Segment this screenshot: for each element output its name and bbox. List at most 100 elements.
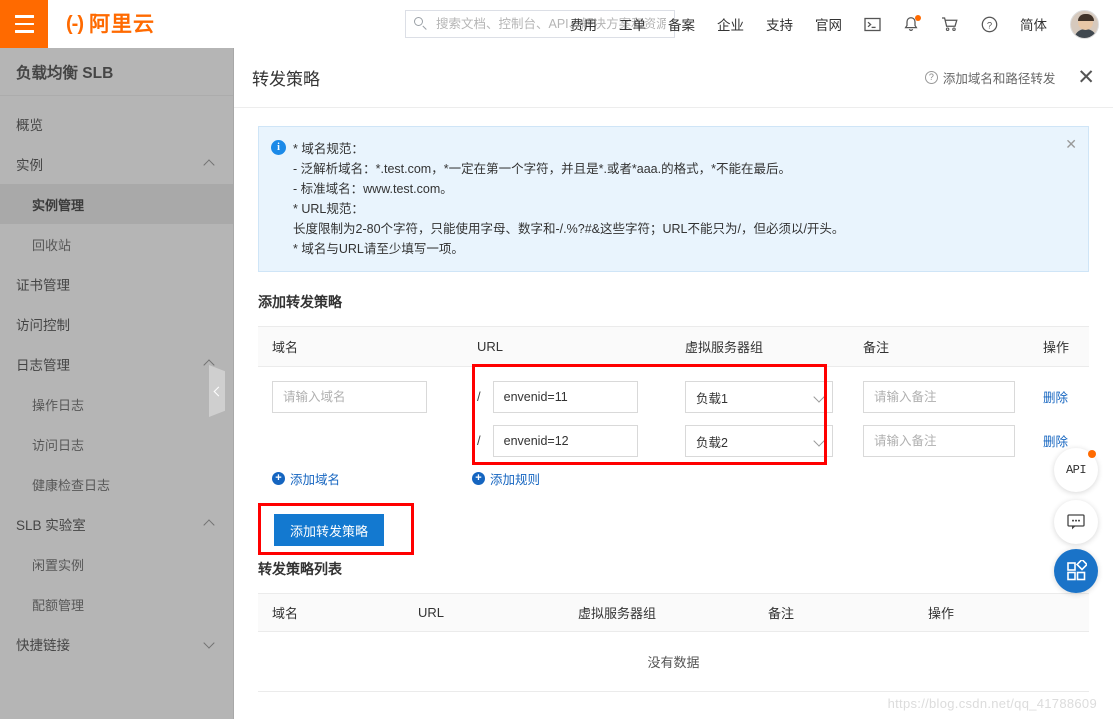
form-section-title: 添加转发策略 xyxy=(258,292,1089,312)
logo-text: 阿里云 xyxy=(89,14,155,35)
column-header-action: 操作 xyxy=(928,594,1089,632)
sidebar-collapse-handle[interactable] xyxy=(209,365,225,417)
forwarding-form-table: 域名 URL 虚拟服务器组 备注 操作 xyxy=(258,326,1089,457)
sidebar-item-idle-instance[interactable]: 闲置实例 xyxy=(0,544,233,584)
sidebar-item-access-control[interactable]: 访问控制 xyxy=(0,304,233,344)
api-label: API xyxy=(1066,463,1086,477)
remark-input[interactable] xyxy=(863,381,1015,413)
api-badge-dot xyxy=(1088,450,1096,458)
apps-button[interactable] xyxy=(1054,549,1098,593)
close-icon[interactable]: ✕ xyxy=(1077,67,1095,88)
drawer-header-actions: ? 添加域名和路径转发 ✕ xyxy=(925,67,1095,88)
sidebar-item-label: 闲置实例 xyxy=(32,555,84,574)
sidebar-item-log-management[interactable]: 日志管理 xyxy=(0,344,233,384)
hamburger-line xyxy=(15,23,34,26)
chevron-down-icon xyxy=(813,435,824,446)
column-header-remark: 备注 xyxy=(849,327,1029,367)
nav-item-enterprise[interactable]: 企业 xyxy=(717,14,744,34)
remark-input[interactable] xyxy=(863,425,1015,457)
sidebar-item-health-check-log[interactable]: 健康检查日志 xyxy=(0,464,233,504)
url-cell: / xyxy=(463,367,671,414)
avatar-hair xyxy=(1078,14,1094,21)
search-icon xyxy=(414,17,428,31)
sidebar-item-slb-lab[interactable]: SLB 实验室 xyxy=(0,504,233,544)
server-group-value: 负载1 xyxy=(696,388,728,407)
sidebar-item-overview[interactable]: 概览 xyxy=(0,104,233,144)
sidebar-item-instance[interactable]: 实例 xyxy=(0,144,233,184)
delete-row-link[interactable]: 删除 xyxy=(1043,391,1068,405)
alert-close-icon[interactable]: ✕ xyxy=(1065,137,1077,151)
add-rule-link[interactable]: + 添加规则 xyxy=(472,469,540,488)
bell-icon[interactable] xyxy=(903,16,919,33)
column-header-server-group: 虚拟服务器组 xyxy=(671,327,849,367)
plus-icon: + xyxy=(272,472,285,485)
chevron-down-icon xyxy=(204,639,215,650)
help-doc-link[interactable]: ? 添加域名和路径转发 xyxy=(925,68,1056,87)
nav-item-support[interactable]: 支持 xyxy=(766,14,793,34)
nav-item-beian[interactable]: 备案 xyxy=(668,14,695,34)
top-header: (-) 阿里云 费用 工单 备案 企业 支持 官网 xyxy=(0,0,1113,48)
form-row: / 负载1 xyxy=(258,367,1089,414)
chat-support-button[interactable] xyxy=(1054,500,1098,544)
product-title: 负载均衡 SLB xyxy=(0,48,233,96)
url-cell: / xyxy=(463,413,671,457)
server-group-select-wrap: 负载2 xyxy=(685,425,833,457)
info-alert: i ✕ * 域名规范： - 泛解析域名：*.test.com，*一定在第一个字符… xyxy=(258,126,1089,272)
domain-input[interactable] xyxy=(272,381,427,413)
nav-item-website[interactable]: 官网 xyxy=(815,14,842,34)
domain-cell xyxy=(258,367,463,458)
sidebar-item-operation-log[interactable]: 操作日志 xyxy=(0,384,233,424)
apps-icon xyxy=(1065,560,1087,582)
sidebar-item-label: 操作日志 xyxy=(32,395,84,414)
nav-item-ticket[interactable]: 工单 xyxy=(619,14,646,34)
hamburger-line xyxy=(15,30,34,33)
list-table-head: 域名 URL 虚拟服务器组 备注 操作 xyxy=(258,594,1089,632)
menu-toggle-button[interactable] xyxy=(0,0,48,48)
drawer-header: 转发策略 ? 添加域名和路径转发 ✕ xyxy=(234,48,1113,108)
api-explorer-button[interactable]: API xyxy=(1054,448,1098,492)
sidebar-item-recycle-bin[interactable]: 回收站 xyxy=(0,224,233,264)
server-group-select[interactable]: 负载1 xyxy=(685,381,833,413)
help-icon[interactable]: ? xyxy=(981,16,998,33)
url-input[interactable] xyxy=(493,381,638,413)
list-table-body: 没有数据 xyxy=(258,632,1089,692)
forwarding-policy-list-table: 域名 URL 虚拟服务器组 备注 操作 没有数据 xyxy=(258,593,1089,692)
info-icon: i xyxy=(271,140,286,155)
nav-item-fee[interactable]: 费用 xyxy=(570,14,597,34)
chevron-up-icon xyxy=(204,159,215,170)
column-header-action: 操作 xyxy=(1029,327,1089,367)
language-switcher[interactable]: 简体 xyxy=(1020,14,1047,34)
delete-row-link[interactable]: 删除 xyxy=(1043,435,1068,449)
form-table-head: 域名 URL 虚拟服务器组 备注 操作 xyxy=(258,327,1089,367)
avatar[interactable] xyxy=(1070,10,1099,39)
add-forwarding-policy-button[interactable]: 添加转发策略 xyxy=(274,514,384,546)
chat-icon xyxy=(1066,513,1086,531)
alert-line: * 域名规范： xyxy=(293,139,1054,159)
add-links-row: + 添加域名 + 添加规则 xyxy=(258,469,1089,489)
sidebar-menu: 概览 实例 实例管理 回收站 证书管理 访问控制 日志管理 xyxy=(0,96,233,664)
svg-text:?: ? xyxy=(987,20,992,31)
drawer-body: i ✕ * 域名规范： - 泛解析域名：*.test.com，*一定在第一个字符… xyxy=(234,108,1113,719)
sidebar-item-access-log[interactable]: 访问日志 xyxy=(0,424,233,464)
terminal-icon[interactable] xyxy=(864,17,881,32)
notification-badge xyxy=(915,15,921,21)
column-header-remark: 备注 xyxy=(768,594,928,632)
sidebar-item-certificate[interactable]: 证书管理 xyxy=(0,264,233,304)
sidebar-item-label: 日志管理 xyxy=(16,354,70,374)
cart-icon[interactable] xyxy=(941,16,959,32)
sidebar-item-quick-links[interactable]: 快捷链接 xyxy=(0,624,233,664)
alert-line: * URL规范： xyxy=(293,199,1054,219)
add-domain-link[interactable]: + 添加域名 xyxy=(272,469,340,488)
action-cell: 删除 xyxy=(1029,367,1089,414)
sidebar-item-instance-management[interactable]: 实例管理 xyxy=(0,184,233,224)
aliyun-logo[interactable]: (-) 阿里云 xyxy=(66,14,155,35)
sidebar-item-label: SLB 实验室 xyxy=(16,514,86,534)
sidebar-item-label: 概览 xyxy=(16,114,43,134)
server-group-select[interactable]: 负载2 xyxy=(685,425,833,457)
server-group-cell: 负载1 xyxy=(671,367,849,414)
help-doc-label: 添加域名和路径转发 xyxy=(943,68,1056,87)
sidebar-item-quota-management[interactable]: 配额管理 xyxy=(0,584,233,624)
form-table-body: / 负载1 xyxy=(258,367,1089,458)
server-group-select-wrap: 负载1 xyxy=(685,381,833,413)
url-input[interactable] xyxy=(493,425,638,457)
